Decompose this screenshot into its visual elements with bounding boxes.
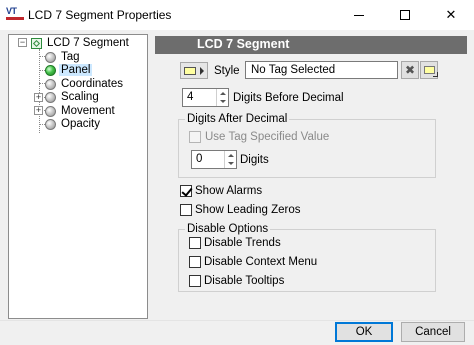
maximize-button[interactable]	[382, 0, 428, 30]
green-ball-icon	[45, 64, 56, 76]
gray-ball-icon	[45, 51, 56, 63]
property-tree[interactable]: − LCD 7 Segment Tag Panel Coordinates + …	[8, 34, 148, 319]
panel-header: LCD 7 Segment	[155, 36, 467, 54]
play-arrow-icon	[200, 66, 204, 75]
digits-after-group	[178, 119, 436, 178]
tree-item-scaling[interactable]: Scaling	[45, 90, 101, 104]
title-bar[interactable]: VT LCD 7 Segment Properties ✕	[0, 0, 474, 30]
disable-tooltips-checkbox[interactable]	[189, 275, 201, 287]
clear-tag-button[interactable]: ✖	[401, 61, 419, 79]
tree-item-coordinates[interactable]: Coordinates	[45, 77, 125, 91]
disable-trends-checkbox[interactable]	[189, 237, 201, 249]
maximize-icon	[400, 10, 410, 20]
browse-tag-button[interactable]	[420, 61, 438, 79]
close-icon: ✕	[445, 7, 457, 22]
increment-arrow-icon[interactable]	[217, 89, 229, 97]
minimize-button[interactable]	[336, 0, 382, 30]
tree-root-label: LCD 7 Segment	[47, 37, 129, 49]
properties-dialog: VT LCD 7 Segment Properties ✕ − LCD 7 Se…	[0, 0, 474, 345]
tag-browse-icon	[423, 66, 438, 77]
use-tag-value-checkbox[interactable]	[189, 131, 201, 143]
clear-icon: ✖	[404, 63, 416, 77]
window-title: LCD 7 Segment Properties	[28, 8, 172, 22]
digits-before-stepper[interactable]: 4	[182, 88, 229, 107]
show-leading-zeros-checkbox[interactable]	[180, 204, 192, 216]
increment-arrow-icon[interactable]	[225, 151, 237, 159]
root-collapse-toggle[interactable]: −	[18, 38, 27, 47]
disable-context-menu-label: Disable Context Menu	[204, 256, 318, 268]
style-swatch-icon	[184, 66, 196, 75]
decrement-arrow-icon[interactable]	[225, 159, 237, 167]
gray-ball-icon	[45, 78, 56, 90]
show-alarms-checkbox[interactable]	[180, 185, 192, 197]
panel-header-title: LCD 7 Segment	[197, 37, 290, 51]
scaling-expand-toggle[interactable]: +	[34, 93, 43, 102]
movement-expand-toggle[interactable]: +	[34, 106, 43, 115]
show-alarms-label: Show Alarms	[195, 185, 263, 197]
gray-ball-icon	[45, 91, 56, 103]
tree-item-label: Panel	[59, 64, 93, 76]
tree-item-label: Tag	[61, 51, 80, 63]
tree-root-lcd-7-segment[interactable]: LCD 7 Segment	[31, 36, 131, 50]
digits-before-label: Digits Before Decimal	[233, 92, 344, 104]
disable-trends-label: Disable Trends	[204, 237, 281, 249]
digits-before-value: 4	[187, 91, 194, 103]
style-label: Style	[214, 65, 240, 77]
tree-item-label: Opacity	[61, 118, 100, 130]
disable-context-menu-checkbox[interactable]	[189, 256, 201, 268]
style-picker-button[interactable]	[180, 62, 208, 79]
digits-after-group-title: Digits After Decimal	[185, 113, 290, 125]
tree-item-tag[interactable]: Tag	[45, 50, 82, 64]
decrement-arrow-icon[interactable]	[217, 97, 229, 105]
close-button[interactable]: ✕	[428, 0, 474, 30]
minimize-icon	[354, 14, 364, 16]
gray-ball-icon	[45, 105, 56, 117]
digits-label: Digits	[240, 154, 269, 166]
lcd-object-icon	[31, 37, 42, 49]
gray-ball-icon	[45, 118, 56, 130]
disable-options-title: Disable Options	[185, 223, 271, 235]
tree-item-label: Movement	[61, 105, 115, 117]
digits-after-stepper[interactable]: 0	[191, 150, 237, 169]
app-logo-text: VT	[6, 6, 17, 16]
use-tag-value-label: Use Tag Specified Value	[205, 131, 330, 143]
tree-item-label: Scaling	[61, 91, 99, 103]
ok-button[interactable]: OK	[335, 322, 393, 342]
disable-tooltips-label: Disable Tooltips	[204, 275, 285, 287]
tree-item-label: Coordinates	[61, 78, 124, 90]
app-logo-icon: VT	[6, 6, 24, 22]
tree-item-movement[interactable]: Movement	[45, 104, 117, 118]
tree-item-opacity[interactable]: Opacity	[45, 117, 102, 131]
tag-field[interactable]: No Tag Selected	[245, 61, 398, 79]
tree-item-panel[interactable]: Panel	[45, 63, 93, 77]
digits-after-value: 0	[196, 153, 203, 165]
show-leading-zeros-label: Show Leading Zeros	[195, 204, 301, 216]
cancel-button[interactable]: Cancel	[401, 322, 465, 342]
